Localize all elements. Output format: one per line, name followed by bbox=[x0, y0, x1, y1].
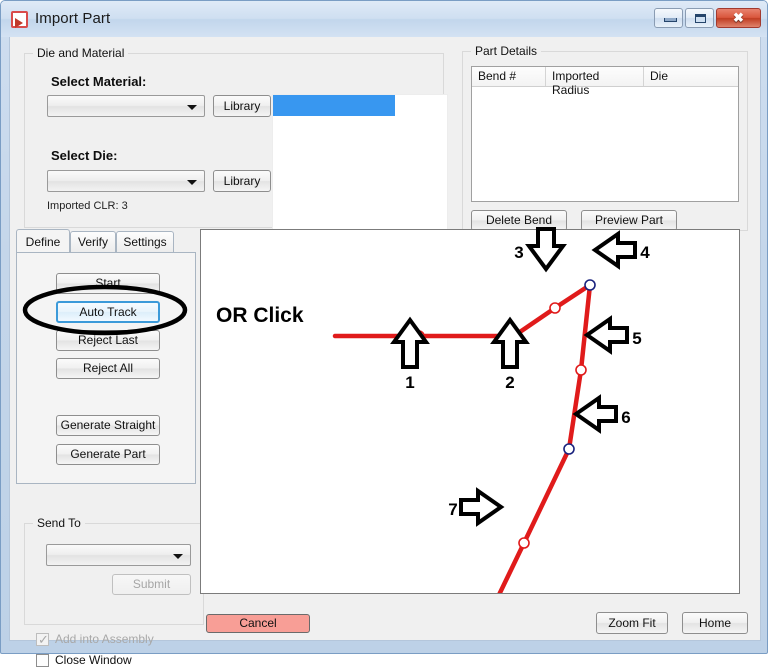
part-details-table[interactable]: Bend # Imported Radius Die bbox=[471, 66, 739, 202]
maximize-button[interactable] bbox=[685, 8, 714, 28]
minimize-button[interactable] bbox=[654, 8, 683, 28]
close-window-label: Close Window bbox=[55, 653, 132, 667]
table-header-row: Bend # Imported Radius Die bbox=[472, 67, 738, 97]
client-area: Die and Material Select Material: Librar… bbox=[9, 37, 761, 667]
start-button[interactable]: Start bbox=[56, 273, 160, 294]
material-preview-selection bbox=[273, 95, 395, 116]
die-library-button[interactable]: Library bbox=[213, 170, 271, 192]
close-button[interactable]: ✖ bbox=[716, 8, 761, 28]
cancel-button[interactable]: Cancel bbox=[206, 614, 310, 633]
tab-strip: Define Verify Settings bbox=[16, 229, 196, 253]
auto-track-button[interactable]: Auto Track bbox=[56, 301, 160, 323]
close-icon: ✖ bbox=[733, 10, 744, 25]
title-bar: Import Part ✖ bbox=[1, 1, 767, 37]
part-polyline bbox=[332, 282, 593, 631]
chevron-down-icon bbox=[187, 180, 197, 185]
part-node-5[interactable] bbox=[575, 364, 587, 376]
reject-all-button[interactable]: Reject All bbox=[56, 358, 160, 379]
select-material-label: Select Material: bbox=[51, 74, 147, 89]
part-nodes bbox=[413, 279, 596, 549]
checkbox-box: ✓ bbox=[36, 632, 49, 647]
check-icon: ✓ bbox=[38, 632, 49, 647]
window-controls: ✖ bbox=[654, 8, 761, 28]
zoom-fit-button[interactable]: Zoom Fit bbox=[596, 612, 668, 634]
preview-part-button[interactable]: Preview Part bbox=[581, 210, 677, 231]
material-library-button[interactable]: Library bbox=[213, 95, 271, 117]
send-to-combo[interactable] bbox=[46, 544, 191, 566]
send-to-group: Send To Submit bbox=[24, 516, 204, 625]
reject-last-button[interactable]: Reject Last bbox=[56, 330, 160, 351]
tab-define[interactable]: Define bbox=[16, 229, 70, 252]
column-bend-number: Bend # bbox=[472, 67, 546, 86]
column-die: Die bbox=[650, 69, 669, 83]
chevron-down-icon bbox=[173, 554, 183, 559]
checkbox-box bbox=[36, 654, 49, 667]
chevron-down-icon bbox=[187, 105, 197, 110]
send-to-legend: Send To bbox=[33, 516, 85, 530]
part-node-3[interactable] bbox=[549, 302, 561, 314]
die-and-material-legend: Die and Material bbox=[33, 46, 129, 60]
tab-settings[interactable]: Settings bbox=[116, 231, 174, 252]
select-die-label: Select Die: bbox=[51, 148, 118, 163]
part-polyline-svg bbox=[332, 279, 596, 631]
part-node-7[interactable] bbox=[518, 537, 530, 549]
imported-clr-label: Imported CLR: 3 bbox=[47, 200, 128, 212]
import-part-icon bbox=[11, 11, 28, 28]
import-part-window: Import Part ✖ Die and Material Select Ma… bbox=[0, 0, 768, 667]
part-details-group: Part Details Bend # Imported Radius Die … bbox=[462, 44, 748, 231]
home-button[interactable]: Home bbox=[682, 612, 748, 634]
minimize-icon bbox=[664, 18, 677, 22]
window-title: Import Part bbox=[35, 10, 111, 27]
part-drawing-canvas[interactable] bbox=[200, 229, 740, 631]
part-node-4[interactable] bbox=[584, 279, 596, 291]
part-node-6[interactable] bbox=[563, 443, 575, 455]
submit-button[interactable]: Submit bbox=[112, 574, 191, 595]
die-combo[interactable] bbox=[47, 170, 205, 192]
part-node-2[interactable] bbox=[508, 330, 520, 342]
column-imported-radius: Imported Radius bbox=[546, 67, 644, 97]
generate-straight-button[interactable]: Generate Straight bbox=[56, 415, 160, 436]
part-details-legend: Part Details bbox=[471, 44, 542, 58]
part-node-1[interactable] bbox=[413, 330, 425, 342]
tab-verify[interactable]: Verify bbox=[70, 231, 116, 252]
maximize-icon bbox=[695, 14, 706, 23]
add-into-assembly-label: Add into Assembly bbox=[55, 632, 154, 646]
delete-bend-button[interactable]: Delete Bend bbox=[471, 210, 567, 231]
define-tab-panel: Start Auto Track Reject Last Reject All … bbox=[16, 252, 196, 484]
material-combo[interactable] bbox=[47, 95, 205, 117]
generate-part-button[interactable]: Generate Part bbox=[56, 444, 160, 465]
